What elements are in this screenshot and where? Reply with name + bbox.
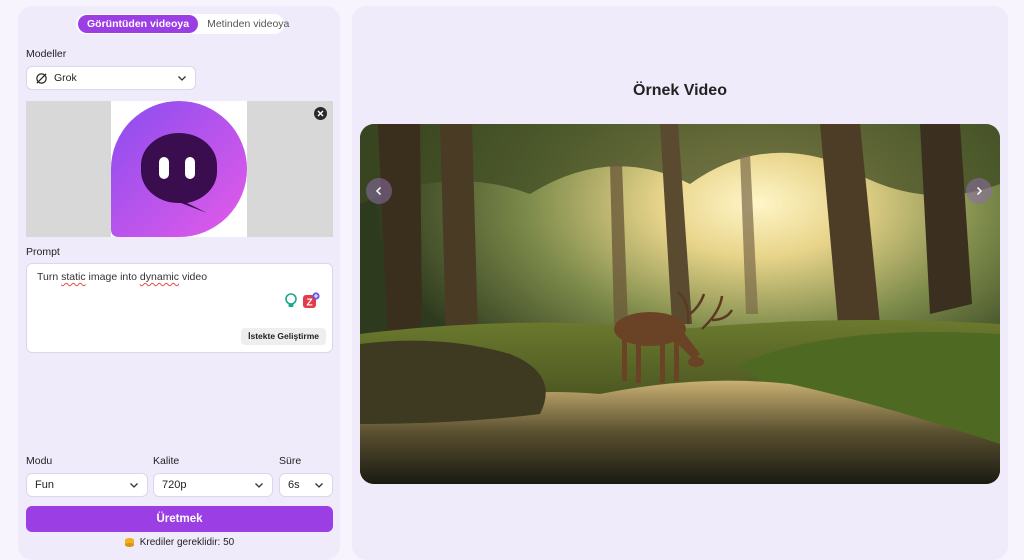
- coin-icon: [124, 538, 134, 547]
- models-label: Modeller: [26, 48, 67, 60]
- duration-label: Süre: [279, 455, 302, 467]
- credits-info: Krediler gereklidir: 50: [18, 537, 340, 548]
- tab-image-to-video[interactable]: Görüntüden videoya: [78, 15, 199, 33]
- chevron-down-icon: [130, 483, 138, 488]
- chevron-down-icon: [255, 483, 263, 488]
- svg-text:Z: Z: [306, 298, 312, 309]
- prompt-tools: Z: [284, 292, 320, 310]
- enhance-badge-icon[interactable]: Z: [302, 292, 320, 310]
- credits-text: Krediler gereklidir: 50: [139, 537, 235, 548]
- enhance-prompt-button[interactable]: İstekte Geliştirme: [241, 328, 326, 345]
- sample-panel: Örnek Video: [352, 6, 1008, 560]
- prompt-label: Prompt: [26, 246, 60, 258]
- remove-image-button[interactable]: [314, 107, 327, 120]
- generator-panel: Görüntüden videoya Metinden videoya Mode…: [18, 6, 340, 560]
- quality-select-value: 720p: [162, 479, 187, 491]
- prev-button[interactable]: [366, 178, 392, 204]
- sample-video[interactable]: [360, 124, 1000, 484]
- grok-icon: [36, 72, 47, 84]
- mode-label: Modu: [26, 455, 53, 467]
- model-select[interactable]: Grok: [26, 66, 196, 90]
- prompt-value: Turn static image into dynamic video: [37, 271, 208, 283]
- generate-button[interactable]: Üretmek: [26, 506, 333, 532]
- chevron-right-icon: [976, 186, 983, 196]
- model-select-value: Grok: [54, 72, 77, 84]
- sample-title: Örnek Video: [633, 82, 727, 99]
- quality-select[interactable]: 720p: [153, 473, 273, 497]
- mode-toggle: Görüntüden videoya Metinden videoya: [76, 14, 289, 34]
- close-icon: [317, 110, 324, 117]
- lightbulb-icon[interactable]: [284, 293, 298, 309]
- uploaded-image: [111, 101, 247, 237]
- mode-select-value: Fun: [35, 479, 54, 491]
- chevron-down-icon: [315, 483, 323, 488]
- chevron-left-icon: [375, 186, 382, 196]
- quality-label: Kalite: [153, 455, 180, 467]
- prompt-textarea[interactable]: Turn static image into dynamic video Z İ…: [26, 263, 333, 353]
- chevron-down-icon: [178, 76, 186, 81]
- uploaded-image-area[interactable]: [26, 101, 333, 237]
- forest-deer-scene: [360, 124, 1000, 484]
- tab-text-to-video[interactable]: Metinden videoya: [198, 15, 298, 33]
- mode-select[interactable]: Fun: [26, 473, 148, 497]
- duration-select-value: 6s: [288, 479, 300, 491]
- app-logo-icon: [111, 101, 247, 237]
- duration-select[interactable]: 6s: [279, 473, 333, 497]
- next-button[interactable]: [966, 178, 992, 204]
